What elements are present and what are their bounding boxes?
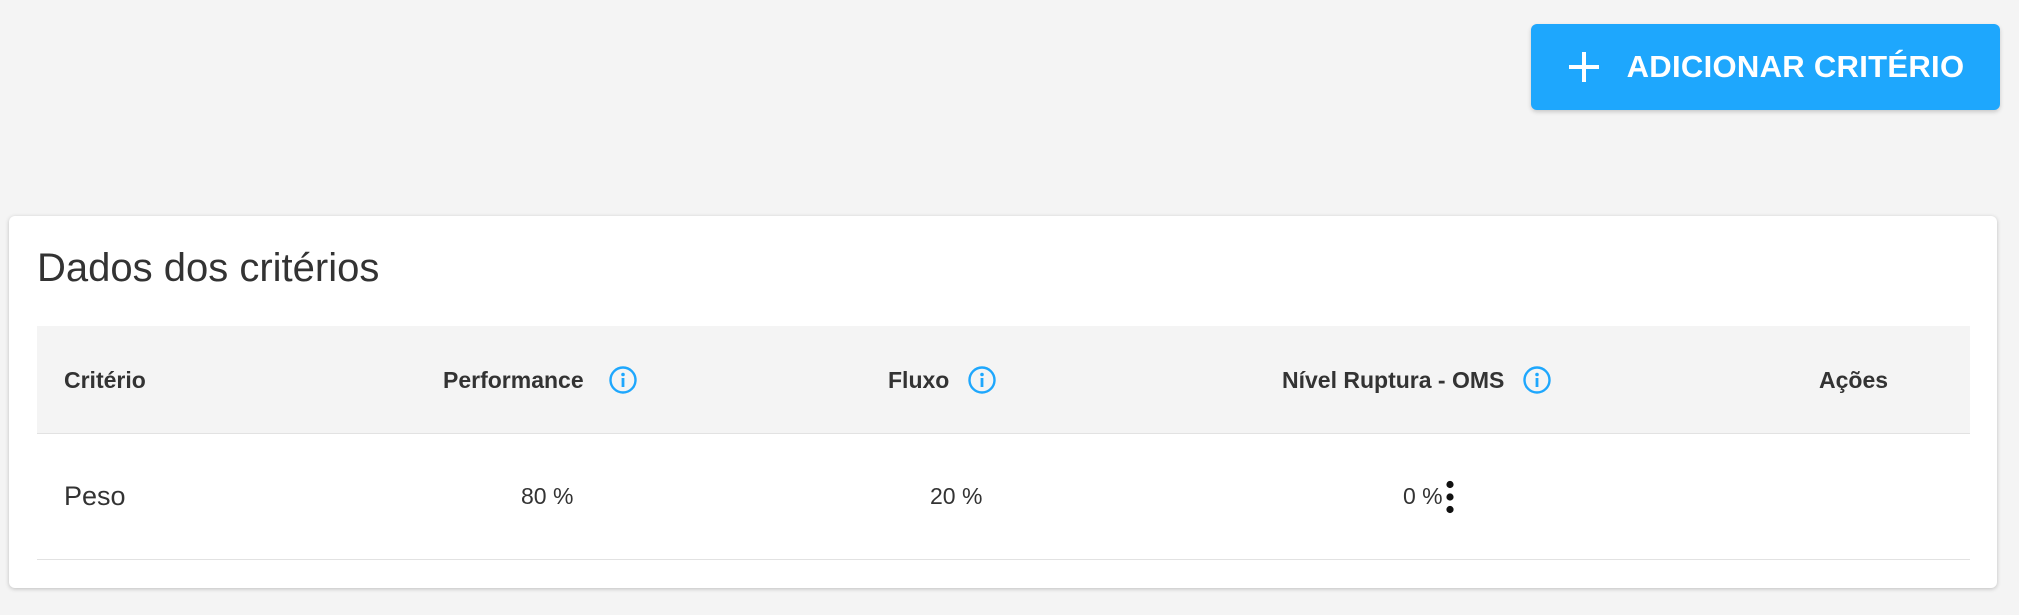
cell-performance: 80 % [521, 483, 574, 509]
column-header-nivel-ruptura: Nível Ruptura - OMS [1282, 326, 1552, 434]
performance-info-icon[interactable] [608, 365, 638, 395]
column-header-criterio: Critério [64, 326, 146, 434]
cell-fluxo: 20 % [930, 483, 983, 509]
more-vertical-icon[interactable] [1435, 480, 1465, 514]
add-criterion-button[interactable]: ADICIONAR CRITÉRIO [1531, 24, 2000, 110]
criteria-card: Dados dos critérios Critério Performance… [9, 216, 1997, 588]
plus-icon [1568, 52, 1599, 82]
column-header-criterio-label: Critério [64, 366, 146, 393]
column-header-nivel-ruptura-label: Nível Ruptura - OMS [1282, 366, 1505, 393]
column-header-acoes-label: Ações [1819, 366, 1889, 393]
table-header: Critério Performance Fluxo Nível Ruptura… [37, 326, 1970, 434]
cell-criterio: Peso [64, 481, 126, 511]
column-header-fluxo-label: Fluxo [888, 366, 950, 393]
column-header-performance: Performance [443, 326, 638, 434]
nivel-ruptura-info-icon[interactable] [1522, 365, 1552, 395]
fluxo-info-icon[interactable] [967, 365, 997, 395]
column-header-fluxo: Fluxo [888, 326, 997, 434]
table-row: Peso 80 % 20 % 0 % [37, 434, 1970, 560]
card-title: Dados dos critérios [37, 246, 380, 290]
add-criterion-label: ADICIONAR CRITÉRIO [1626, 49, 1965, 84]
column-header-acoes: Ações [1819, 326, 1888, 434]
column-header-performance-label: Performance [443, 366, 584, 393]
